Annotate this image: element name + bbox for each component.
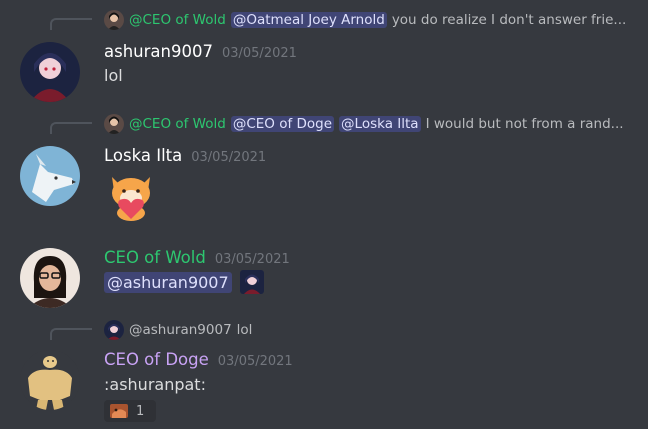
reply-text[interactable]: I would but not from a rand... xyxy=(426,116,624,132)
message-ashuran9007: @CEO of Wold @Oatmeal Joey Arnold you do… xyxy=(0,0,648,102)
username[interactable]: ashuran9007 xyxy=(104,42,213,61)
avatar[interactable] xyxy=(20,248,80,308)
reply-text[interactable]: you do realize I don't answer frie... xyxy=(392,12,626,28)
avatar[interactable] xyxy=(20,350,80,410)
replied-user-avatar-icon[interactable] xyxy=(104,114,124,134)
message-header: ashuran9007 03/05/2021 xyxy=(104,42,297,61)
replied-user-avatar-icon[interactable] xyxy=(104,10,124,30)
reply-text[interactable]: lol xyxy=(237,322,253,338)
message-header: CEO of Doge 03/05/2021 xyxy=(104,350,293,369)
message-content: lol xyxy=(104,66,123,85)
reply-connector xyxy=(50,18,92,30)
reaction-count: 1 xyxy=(136,403,145,419)
reply-author[interactable]: @ashuran9007 xyxy=(129,322,232,338)
message-content: @ashuran9007 xyxy=(104,270,264,294)
reply-connector xyxy=(50,122,92,134)
username[interactable]: CEO of Doge xyxy=(104,350,209,369)
message-header: Loska Ilta 03/05/2021 xyxy=(104,146,266,165)
ashuranpat-emoji-icon xyxy=(110,404,128,418)
reaction-button[interactable]: 1 xyxy=(104,400,156,422)
timestamp[interactable]: 03/05/2021 xyxy=(191,150,266,165)
timestamp[interactable]: 03/05/2021 xyxy=(215,252,290,267)
timestamp[interactable]: 03/05/2021 xyxy=(222,46,297,61)
message-ceo-of-wold: CEO of Wold 03/05/2021 @ashuran9007 xyxy=(0,240,648,316)
message-header: CEO of Wold 03/05/2021 xyxy=(104,248,290,267)
reply-mention[interactable]: @Loska Ilta xyxy=(339,116,421,132)
message-content: :ashuranpat: xyxy=(104,375,206,394)
reply-mention[interactable]: @CEO of Doge xyxy=(230,116,335,132)
message-loska-ilta: @CEO of Wold @CEO of Doge @Loska Ilta I … xyxy=(0,104,648,228)
reply-author[interactable]: @CEO of Wold xyxy=(129,12,226,28)
message-ceo-of-doge: @ashuran9007 lol CEO of Doge 03/05/2021 … xyxy=(0,316,648,429)
reply-preview[interactable]: @ashuran9007 lol xyxy=(104,320,640,340)
username[interactable]: Loska Ilta xyxy=(104,146,182,165)
reply-mention[interactable]: @Oatmeal Joey Arnold xyxy=(230,12,387,28)
reply-connector xyxy=(50,328,92,340)
ashuran-emoji-icon[interactable] xyxy=(239,270,264,294)
timestamp[interactable]: 03/05/2021 xyxy=(218,354,293,369)
avatar[interactable] xyxy=(20,42,80,102)
avatar[interactable] xyxy=(20,146,80,206)
username[interactable]: CEO of Wold xyxy=(104,248,206,267)
replied-user-avatar-icon[interactable] xyxy=(104,320,124,340)
fox-heart-sticker[interactable] xyxy=(104,167,158,221)
reply-author[interactable]: @CEO of Wold xyxy=(129,116,226,132)
reply-preview[interactable]: @CEO of Wold @Oatmeal Joey Arnold you do… xyxy=(104,10,640,30)
user-mention[interactable]: @ashuran9007 xyxy=(104,271,232,293)
reply-preview[interactable]: @CEO of Wold @CEO of Doge @Loska Ilta I … xyxy=(104,114,640,134)
